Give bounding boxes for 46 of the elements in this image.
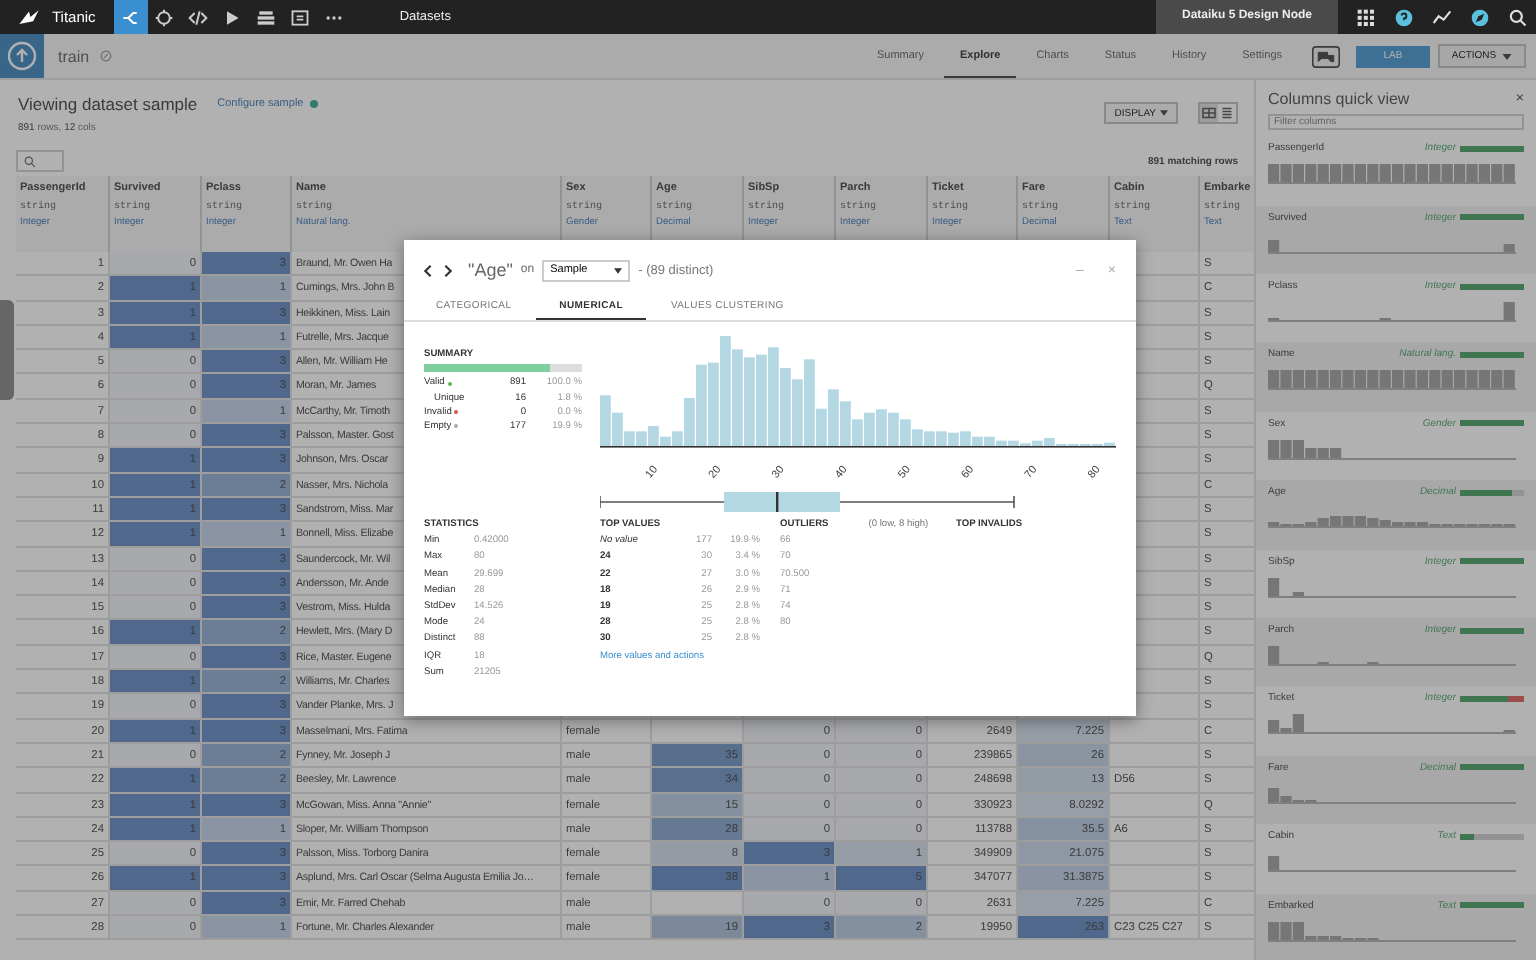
table-cell xyxy=(1110,842,1200,867)
dataset-name: train xyxy=(58,47,90,65)
search-icon[interactable] xyxy=(1507,7,1527,27)
table-cell xyxy=(1110,743,1200,769)
flow-icon[interactable] xyxy=(113,0,148,34)
next-icon[interactable] xyxy=(444,263,452,277)
compass-icon[interactable] xyxy=(1469,7,1489,27)
table-cell xyxy=(1110,866,1200,892)
search-field[interactable] xyxy=(16,150,64,172)
table-cell xyxy=(652,891,744,917)
search-icon xyxy=(24,155,36,167)
histogram-bar xyxy=(1503,302,1515,321)
validity-bar xyxy=(1460,764,1524,771)
list-view-icon[interactable] xyxy=(1218,104,1236,122)
histogram-bar xyxy=(1292,591,1304,596)
validity-bar xyxy=(1460,283,1524,290)
trend-icon[interactable] xyxy=(1431,7,1451,27)
column-title: "Age" xyxy=(468,260,513,280)
grid-icon[interactable] xyxy=(1355,7,1375,27)
side-handle[interactable] xyxy=(0,300,14,400)
logo-icon[interactable] xyxy=(18,8,40,26)
validity-bar xyxy=(1460,558,1524,565)
histogram-bar xyxy=(1268,856,1280,871)
validity-bar xyxy=(1460,902,1524,909)
table-cell xyxy=(1110,891,1200,917)
caret-icon xyxy=(614,267,623,273)
caret-icon xyxy=(1160,110,1168,116)
histogram-bar xyxy=(1268,577,1280,596)
caret-icon xyxy=(1502,53,1513,59)
discussion-icon[interactable] xyxy=(1312,45,1340,67)
validity-bar xyxy=(1460,214,1524,221)
histogram-bar xyxy=(1268,646,1280,665)
histogram-bar xyxy=(1268,239,1280,252)
table-cell xyxy=(1110,793,1200,818)
validity-bar xyxy=(1460,420,1524,427)
validity-bar xyxy=(1460,145,1524,152)
page-title: Viewing dataset sample xyxy=(18,93,198,113)
previous-icon[interactable] xyxy=(424,263,432,277)
table-cell xyxy=(1110,719,1200,744)
histogram-bar xyxy=(1503,243,1515,252)
table-view-icon[interactable] xyxy=(1200,104,1218,122)
validity-bar xyxy=(1460,351,1524,358)
panel-title: Columns quick view xyxy=(1268,90,1410,108)
help-icon[interactable] xyxy=(1393,7,1413,27)
validity-bar xyxy=(1460,627,1524,634)
status-dot xyxy=(309,99,318,107)
